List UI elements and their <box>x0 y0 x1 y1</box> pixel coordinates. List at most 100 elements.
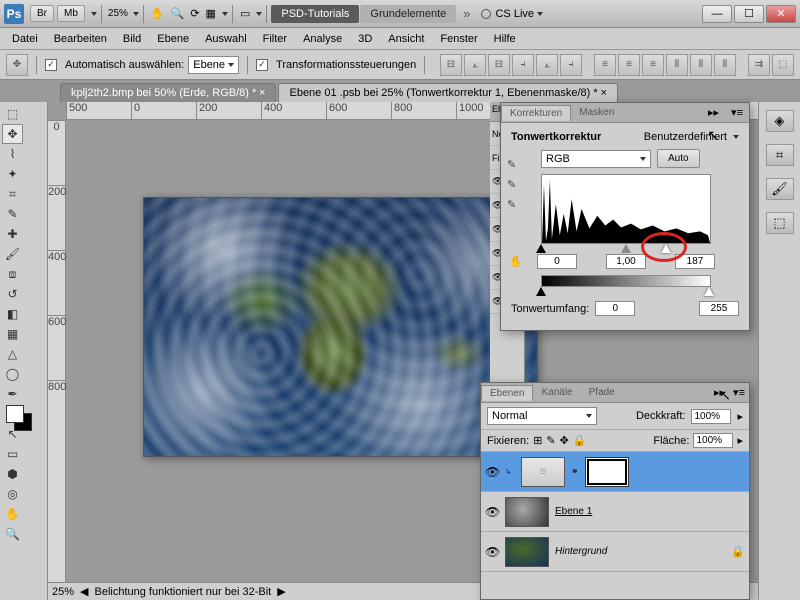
move-tool-icon[interactable]: ✥ <box>6 54 28 76</box>
mid-point-handle[interactable] <box>621 244 631 253</box>
hand-icon[interactable]: ✋ <box>509 255 523 268</box>
workspace-tab[interactable]: Grundelemente <box>360 5 456 23</box>
distribute-icon[interactable]: ⦀ <box>714 54 736 76</box>
screen-mode-icon[interactable]: ▭ <box>240 7 250 20</box>
marquee-tool-icon[interactable]: ⬚ <box>2 104 23 124</box>
menu-ebene[interactable]: Ebene <box>149 33 197 45</box>
output-white[interactable] <box>699 301 739 316</box>
layer-thumb[interactable] <box>505 497 549 527</box>
transform-checkbox[interactable]: ✓ <box>256 59 268 71</box>
bridge-button[interactable]: Br <box>30 5 54 22</box>
layer-row[interactable]: 👁 ↳ ⫶⫶⫶ ⚭ <box>481 452 749 492</box>
layer-thumb[interactable] <box>505 537 549 567</box>
output-black[interactable] <box>595 301 635 316</box>
align-icon[interactable]: ⊟ <box>488 54 510 76</box>
distribute-icon[interactable]: ≡ <box>642 54 664 76</box>
hand-icon[interactable]: ✋ <box>151 7 165 20</box>
shape-tool-icon[interactable]: ▭ <box>2 444 23 464</box>
output-white-handle[interactable] <box>704 287 714 296</box>
visibility-icon[interactable]: 👁 <box>485 465 499 479</box>
pen-tool-icon[interactable]: ✒ <box>2 384 23 404</box>
white-point-handle[interactable] <box>661 244 671 253</box>
distribute-icon[interactable]: ≡ <box>594 54 616 76</box>
tab-pfade[interactable]: Pfade <box>581 385 623 400</box>
preset-dropdown[interactable]: Benutzerdefiniert <box>644 131 739 143</box>
hand-tool-icon[interactable]: ✋ <box>2 504 23 524</box>
fill-input[interactable]: 100% <box>693 433 733 448</box>
tab-masken[interactable]: Masken <box>571 105 622 120</box>
input-white[interactable] <box>675 254 715 269</box>
input-mid[interactable] <box>606 254 646 269</box>
chevron-down-icon[interactable] <box>256 12 262 16</box>
crop-tool-icon[interactable]: ⌗ <box>2 184 23 204</box>
nav-right-icon[interactable]: ▶ <box>277 585 285 598</box>
visibility-icon[interactable]: 👁 <box>485 545 499 559</box>
menu-bearbeiten[interactable]: Bearbeiten <box>46 33 115 45</box>
chevron-down-icon[interactable] <box>91 12 97 16</box>
distribute-icon[interactable]: ≡ <box>618 54 640 76</box>
menu-hilfe[interactable]: Hilfe <box>486 33 524 45</box>
menu-fenster[interactable]: Fenster <box>432 33 485 45</box>
align-icon[interactable]: ⫠ <box>536 54 558 76</box>
3d-tool-icon[interactable]: ⬢ <box>2 464 23 484</box>
stamp-tool-icon[interactable]: ⧈ <box>2 264 23 284</box>
lasso-tool-icon[interactable]: ⌇ <box>2 144 23 164</box>
align-icon[interactable]: ⫞ <box>512 54 534 76</box>
rotate-icon[interactable]: ⟳ <box>190 7 199 20</box>
document-tab[interactable]: Ebene 01 .psb bei 25% (Tonwertkorrektur … <box>278 83 617 102</box>
lock-position-icon[interactable]: ✥ <box>560 434 569 447</box>
brush-dock-icon[interactable]: 🖌 <box>766 178 794 200</box>
distribute-icon[interactable]: ⦀ <box>666 54 688 76</box>
lock-paint-icon[interactable]: ✎ <box>546 434 555 447</box>
gradient-tool-icon[interactable]: ▦ <box>2 324 23 344</box>
close-icon[interactable]: × <box>600 87 606 99</box>
chevron-icon[interactable]: ▸ <box>737 410 743 423</box>
cslive-button[interactable]: CS Live <box>481 8 543 20</box>
double-chevron-icon[interactable]: » <box>463 6 470 21</box>
swatches-dock-icon[interactable]: ⬚ <box>766 212 794 234</box>
move-tool-icon[interactable]: ✥ <box>2 124 23 144</box>
eyedropper-black-icon[interactable]: ✎ <box>507 158 523 174</box>
input-slider[interactable] <box>541 244 711 254</box>
chevron-down-icon[interactable] <box>222 12 228 16</box>
blend-mode-dropdown[interactable]: Normal <box>487 407 597 425</box>
panel-menu-icon[interactable]: ▾≡ <box>725 106 749 119</box>
eyedropper-tool-icon[interactable]: ✎ <box>2 204 23 224</box>
minibridge-button[interactable]: Mb <box>57 5 85 22</box>
layer-name[interactable]: Ebene 1 <box>555 506 592 517</box>
auto-select-checkbox[interactable]: ✓ <box>45 59 57 71</box>
menu-bild[interactable]: Bild <box>115 33 149 45</box>
lock-transparency-icon[interactable]: ⊞ <box>533 434 542 447</box>
input-black[interactable] <box>537 254 577 269</box>
double-chevron-icon[interactable]: ▸▸ <box>702 106 725 119</box>
3d-icon[interactable]: ⬚ <box>772 54 794 76</box>
panel-menu-icon[interactable]: ▾≡ <box>729 386 749 399</box>
document-tab[interactable]: kplj2th2.bmp bei 50% (Erde, RGB/8) * × <box>60 83 276 102</box>
layer-row[interactable]: 👁 Hintergrund 🔒 <box>481 532 749 572</box>
crop-dock-icon[interactable]: ⌗ <box>766 144 794 166</box>
tab-kanaele[interactable]: Kanäle <box>533 385 580 400</box>
history-brush-icon[interactable]: ↺ <box>2 284 23 304</box>
brush-tool-icon[interactable]: 🖌 <box>2 244 23 264</box>
wand-tool-icon[interactable]: ✦ <box>2 164 23 184</box>
chevron-down-icon[interactable] <box>133 12 139 16</box>
lock-all-icon[interactable]: 🔒 <box>573 434 587 447</box>
status-zoom[interactable]: 25% <box>52 586 74 598</box>
eraser-tool-icon[interactable]: ◧ <box>2 304 23 324</box>
maximize-button[interactable]: ☐ <box>734 5 764 23</box>
layer-row[interactable]: 👁 Ebene 1 <box>481 492 749 532</box>
auto-select-dropdown[interactable]: Ebene <box>188 56 239 74</box>
menu-filter[interactable]: Filter <box>255 33 295 45</box>
nav-left-icon[interactable]: ◀ <box>80 585 88 598</box>
3d-camera-icon[interactable]: ◎ <box>2 484 23 504</box>
grid-icon[interactable]: ▦ <box>206 7 216 20</box>
menu-analyse[interactable]: Analyse <box>295 33 350 45</box>
link-icon[interactable]: ⚭ <box>571 466 579 477</box>
tab-ebenen[interactable]: Ebenen <box>481 385 533 401</box>
adjustment-thumb-icon[interactable]: ⫶⫶⫶ <box>521 457 565 487</box>
distribute-icon[interactable]: ⦀ <box>690 54 712 76</box>
mask-thumb[interactable] <box>585 457 629 487</box>
visibility-icon[interactable]: 👁 <box>485 505 499 519</box>
close-icon[interactable]: × <box>259 87 265 99</box>
menu-auswahl[interactable]: Auswahl <box>197 33 255 45</box>
